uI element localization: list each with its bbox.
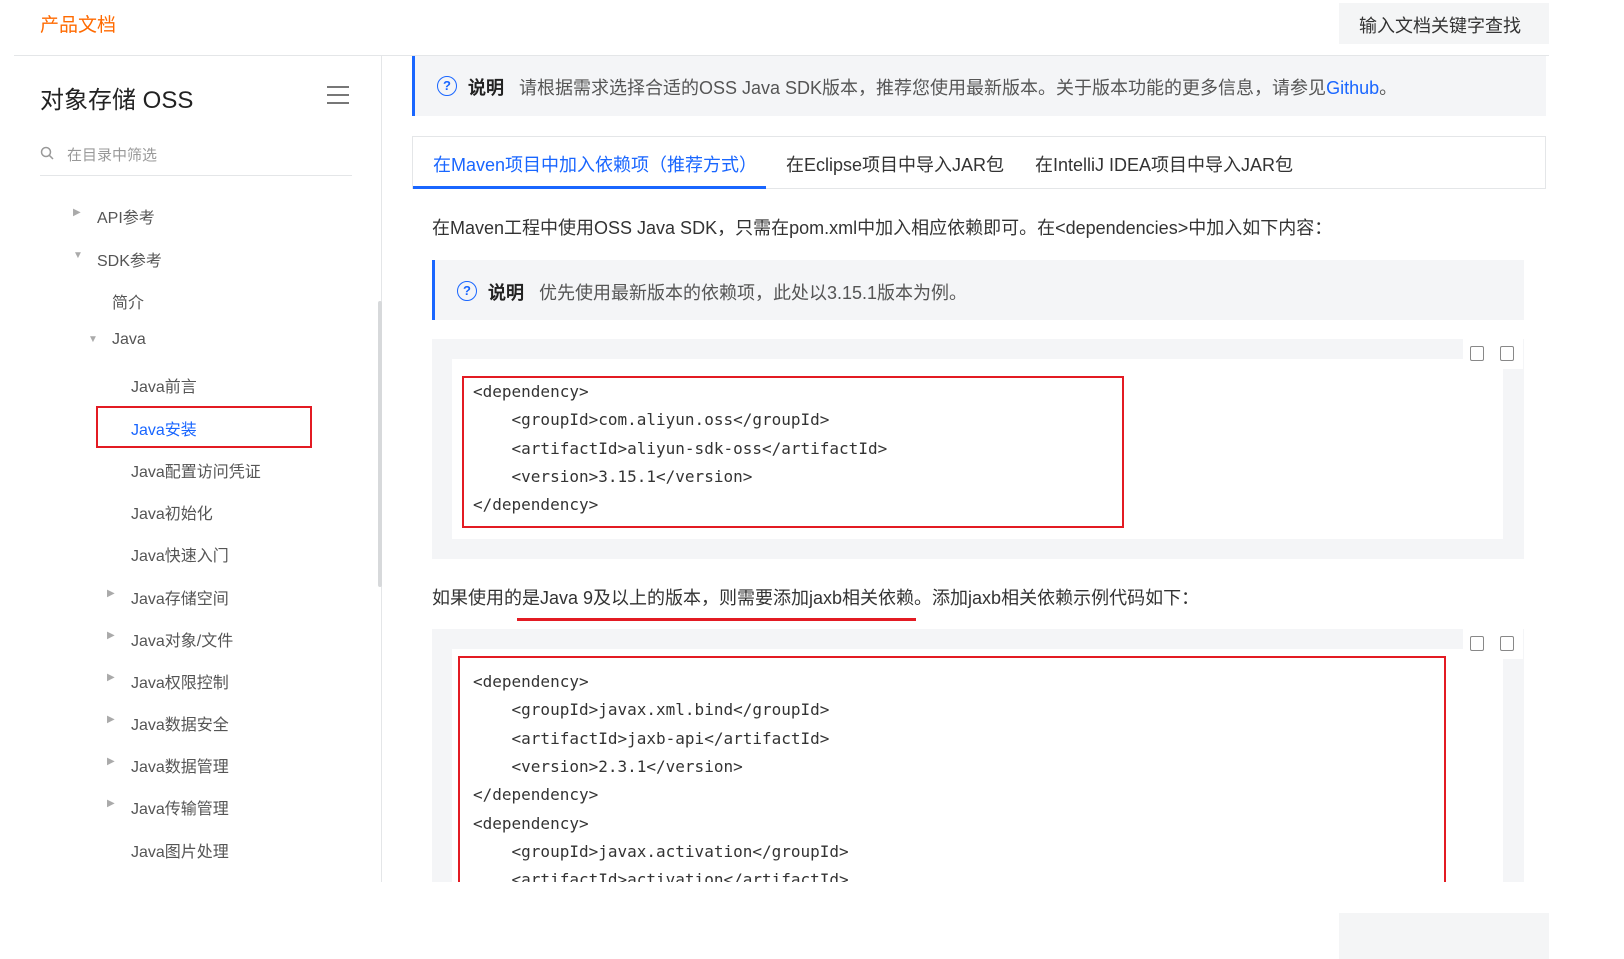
note-end: 。 bbox=[1379, 78, 1398, 98]
note-label: 说明 bbox=[468, 78, 504, 98]
sidebar-item-label: Java数据管理 bbox=[131, 759, 229, 776]
caret-right-icon: ▶ bbox=[107, 630, 115, 641]
sidebar-title: 对象存储 OSS bbox=[40, 87, 194, 114]
note-text: 优先使用最新版本的依赖项，此处以3.15.1版本为例。 bbox=[539, 283, 968, 303]
sidebar-item-label: Java数据安全 bbox=[131, 717, 229, 734]
caret-right-icon: ▶ bbox=[107, 672, 115, 683]
sidebar-item-java-init[interactable]: Java初始化 bbox=[131, 500, 213, 524]
sidebar-item-label: Java前言 bbox=[131, 379, 197, 396]
filter-placeholder: 在目录中筛选 bbox=[67, 147, 158, 164]
sidebar-item-label: API参考 bbox=[97, 210, 155, 227]
sidebar-item-java-data-management[interactable]: ▶ Java数据管理 bbox=[107, 753, 229, 777]
main-content: ? 说明 请根据需求选择合适的OSS Java SDK版本，推荐您使用最新版本。… bbox=[412, 56, 1549, 882]
sidebar-item-label: Java对象/文件 bbox=[131, 633, 234, 650]
sidebar-item-label: Java传输管理 bbox=[131, 801, 229, 818]
question-circle-icon: ? bbox=[437, 76, 457, 96]
sidebar-item-java-quickstart[interactable]: Java快速入门 bbox=[131, 542, 229, 566]
copy-icon[interactable] bbox=[1500, 346, 1514, 361]
sidebar-item-java-data-security[interactable]: ▶ Java数据安全 bbox=[107, 711, 229, 735]
note-callout-version: ? 说明 优先使用最新版本的依赖项，此处以3.15.1版本为例。 bbox=[432, 260, 1524, 320]
search-icon bbox=[40, 146, 54, 160]
caret-right-icon: ▶ bbox=[107, 798, 115, 809]
highlight-underline bbox=[517, 618, 916, 621]
caret-down-icon: ▼ bbox=[88, 334, 98, 345]
product-docs-link[interactable]: 产品文档 bbox=[40, 10, 116, 37]
sidebar-item-label: Java图片处理 bbox=[131, 844, 229, 861]
top-bar: 产品文档 输入文档关键字查找 bbox=[0, 0, 1624, 56]
copy-icon[interactable] bbox=[1500, 636, 1514, 651]
caret-down-icon: ▼ bbox=[73, 250, 83, 261]
note-text: 请根据需求选择合适的OSS Java SDK版本，推荐您使用最新版本。关于版本功… bbox=[519, 78, 1327, 98]
sidebar-item-label: Java配置访问凭证 bbox=[131, 464, 261, 481]
sidebar-scrollbar[interactable] bbox=[378, 301, 382, 587]
note-callout: ? 说明 请根据需求选择合适的OSS Java SDK版本，推荐您使用最新版本。… bbox=[412, 56, 1546, 116]
tab-eclipse[interactable]: 在Eclipse项目中导入JAR包 bbox=[786, 151, 1004, 177]
sidebar-item-java-bucket[interactable]: ▶ Java存储空间 bbox=[107, 585, 229, 609]
sidebar-item-label: Java bbox=[112, 331, 146, 348]
github-link[interactable]: Github bbox=[1326, 78, 1379, 98]
sidebar-item-label: 简介 bbox=[112, 295, 145, 312]
sidebar-item-java-transfer[interactable]: ▶ Java传输管理 bbox=[107, 795, 229, 819]
sidebar-item-label: Java权限控制 bbox=[131, 675, 229, 692]
sidebar-item-sdk-reference[interactable]: ▼ SDK参考 bbox=[73, 247, 162, 271]
install-method-tabs: 在Maven项目中加入依赖项（推荐方式） 在Eclipse项目中导入JAR包 在… bbox=[412, 136, 1546, 189]
catalog-filter-input[interactable]: 在目录中筛选 bbox=[40, 140, 352, 176]
sidebar-item-java-image[interactable]: Java图片处理 bbox=[131, 838, 229, 862]
sidebar-item-label: Java初始化 bbox=[131, 506, 213, 523]
caret-right-icon: ▶ bbox=[73, 207, 81, 218]
intro-paragraph: 在Maven工程中使用OSS Java SDK，只需在pom.xml中加入相应依… bbox=[432, 218, 1333, 238]
footer-strip bbox=[1339, 913, 1549, 959]
java9-paragraph: 如果使用的是Java 9及以上的版本，则需要添加jaxb相关依赖。添加jaxb相… bbox=[432, 588, 1200, 608]
tab-intellij[interactable]: 在IntelliJ IDEA项目中导入JAR包 bbox=[1035, 151, 1293, 177]
doc-search-input[interactable]: 输入文档关键字查找 bbox=[1339, 3, 1549, 44]
caret-right-icon: ▶ bbox=[107, 588, 115, 599]
tab-maven[interactable]: 在Maven项目中加入依赖项（推荐方式） bbox=[433, 151, 757, 177]
sidebar-item-label: Java快速入门 bbox=[131, 548, 229, 565]
sidebar-item-java-acl[interactable]: ▶ Java权限控制 bbox=[107, 669, 229, 693]
question-circle-icon: ? bbox=[457, 281, 477, 301]
highlight-annotation-box bbox=[96, 406, 312, 448]
active-tab-indicator bbox=[413, 186, 766, 189]
caret-right-icon: ▶ bbox=[107, 756, 115, 767]
copy-to-editor-icon[interactable] bbox=[1470, 346, 1484, 361]
note-label: 说明 bbox=[488, 283, 524, 303]
sidebar-item-label: SDK参考 bbox=[97, 253, 162, 270]
code-toolbar bbox=[1463, 629, 1523, 659]
highlight-annotation-box bbox=[458, 656, 1446, 882]
code-toolbar bbox=[1463, 339, 1523, 369]
sidebar-item-java-preface[interactable]: Java前言 bbox=[131, 373, 197, 397]
sidebar: 对象存储 OSS 在目录中筛选 ▶ API参考 ▼ SDK参考 简介 ▼ Jav… bbox=[0, 56, 382, 882]
caret-right-icon: ▶ bbox=[107, 714, 115, 725]
highlight-annotation-box bbox=[462, 376, 1124, 528]
sidebar-item-java-object[interactable]: ▶ Java对象/文件 bbox=[107, 627, 234, 651]
copy-to-editor-icon[interactable] bbox=[1470, 636, 1484, 651]
sidebar-item-api-reference[interactable]: ▶ API参考 bbox=[73, 204, 155, 228]
sidebar-item-label: Java存储空间 bbox=[131, 591, 229, 608]
sidebar-item-intro[interactable]: 简介 bbox=[112, 289, 144, 313]
menu-icon[interactable] bbox=[327, 86, 349, 104]
sidebar-item-java-credentials[interactable]: Java配置访问凭证 bbox=[131, 458, 261, 482]
sidebar-item-java[interactable]: ▼ Java bbox=[88, 331, 146, 349]
